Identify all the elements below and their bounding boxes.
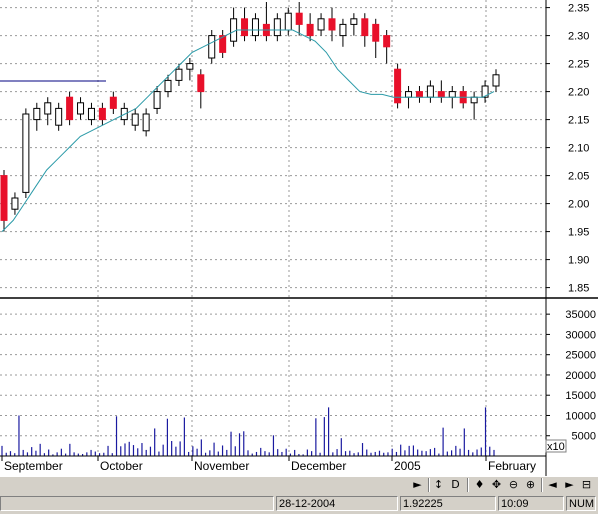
candle-body [55, 107, 63, 126]
volume-tick-label: 10000 [565, 410, 596, 422]
volume-tick-label: 5000 [572, 431, 596, 443]
candle-body [186, 63, 194, 70]
refresh-icon[interactable]: ↕ [431, 478, 446, 492]
price-tick-label: 2.25 [568, 59, 589, 71]
price-tick-label: 1.90 [568, 255, 589, 267]
price-tick-label: 2.15 [568, 115, 589, 127]
price-tick-label: 2.20 [568, 87, 589, 99]
candle-body [77, 102, 85, 115]
candle-body [98, 107, 106, 121]
status-bar: 28-12-2004 1.92225 10:09 NUM [0, 494, 598, 514]
month-label: October [100, 459, 143, 473]
chart-toolbar: ► ↕ D ♦ ✥ ⊖ ⊕ ◄ ► ⊟ [0, 476, 598, 494]
candle-body [109, 96, 117, 109]
volume-tick-label: 30000 [565, 329, 596, 341]
month-label: 2005 [394, 459, 421, 473]
candle-body [142, 113, 150, 132]
save-icon[interactable]: ⊟ [579, 478, 594, 492]
zoom-in-icon[interactable]: ⊕ [523, 478, 538, 492]
chart-area: 2.35 2.30 2.25 2.20 2.15 2.10 2.05 2.00 1.95 1.90… [0, 0, 598, 476]
candle-body [437, 91, 445, 98]
candle-body [470, 96, 478, 104]
candle-body [164, 79, 172, 93]
candle-body [153, 91, 161, 109]
candle-body [383, 35, 391, 48]
candle-body [372, 23, 380, 42]
month-label: September [4, 459, 63, 473]
price-tick-label: 1.95 [568, 227, 589, 239]
candle-body [241, 18, 249, 37]
candle-body [33, 107, 41, 121]
month-label: December [291, 459, 346, 473]
candle-body [317, 18, 325, 31]
candle-body [22, 113, 30, 193]
candle-body [394, 68, 402, 104]
candle-body [87, 107, 95, 121]
status-empty [0, 496, 274, 511]
candle-body [11, 197, 19, 210]
volume-tick-label: 25000 [565, 350, 596, 362]
candle-body [328, 18, 336, 31]
scroll-right-end-icon[interactable]: ► [562, 478, 577, 492]
candle-body [361, 18, 369, 37]
candle-body [492, 74, 500, 87]
candle-body [415, 91, 423, 98]
price-tick-label: 2.35 [568, 3, 589, 15]
period-d-button[interactable]: D [448, 478, 463, 492]
candle-body [175, 68, 183, 81]
price-tick-label: 2.10 [568, 143, 589, 155]
candle-body [405, 91, 413, 98]
scroll-left-icon[interactable]: ◄ [545, 478, 560, 492]
status-price: 1.92225 [400, 496, 496, 511]
volume-tick-label: 15000 [565, 390, 596, 402]
zoom-out-icon[interactable]: ⊖ [506, 478, 521, 492]
candle-body [426, 85, 434, 98]
candle-body [0, 175, 8, 221]
volume-multiplier: x10 [547, 441, 565, 453]
price-tick-label: 2.05 [568, 171, 589, 183]
price-tick-label: 2.00 [568, 199, 589, 211]
status-time: 10:09 [498, 496, 564, 511]
candle-body [350, 18, 358, 25]
candle-body [251, 18, 259, 37]
candle-body [66, 96, 74, 121]
candle-body [448, 91, 456, 98]
candle-body [208, 35, 216, 59]
price-tick-label: 2.30 [568, 31, 589, 43]
status-num: NUM [566, 496, 596, 511]
volume-tick-label: 20000 [565, 370, 596, 382]
candle-body [273, 18, 281, 37]
candle-body [131, 113, 139, 126]
month-label: November [194, 459, 249, 473]
candle-body [44, 102, 52, 115]
candle-body [197, 74, 205, 93]
candle-body [306, 23, 314, 37]
candle-body [295, 12, 303, 25]
horizontal-scrollbar[interactable] [0, 478, 410, 492]
status-date: 28-12-2004 [276, 496, 398, 511]
volume-tick-label: 35000 [565, 309, 596, 321]
move-icon[interactable]: ✥ [489, 478, 504, 492]
candle-body [284, 12, 292, 31]
price-tick-label: 1.85 [568, 283, 589, 295]
candle-body [339, 23, 347, 37]
updown-icon[interactable]: ♦ [472, 478, 487, 492]
scroll-right-icon[interactable]: ► [410, 478, 425, 492]
month-label: February [488, 459, 536, 473]
